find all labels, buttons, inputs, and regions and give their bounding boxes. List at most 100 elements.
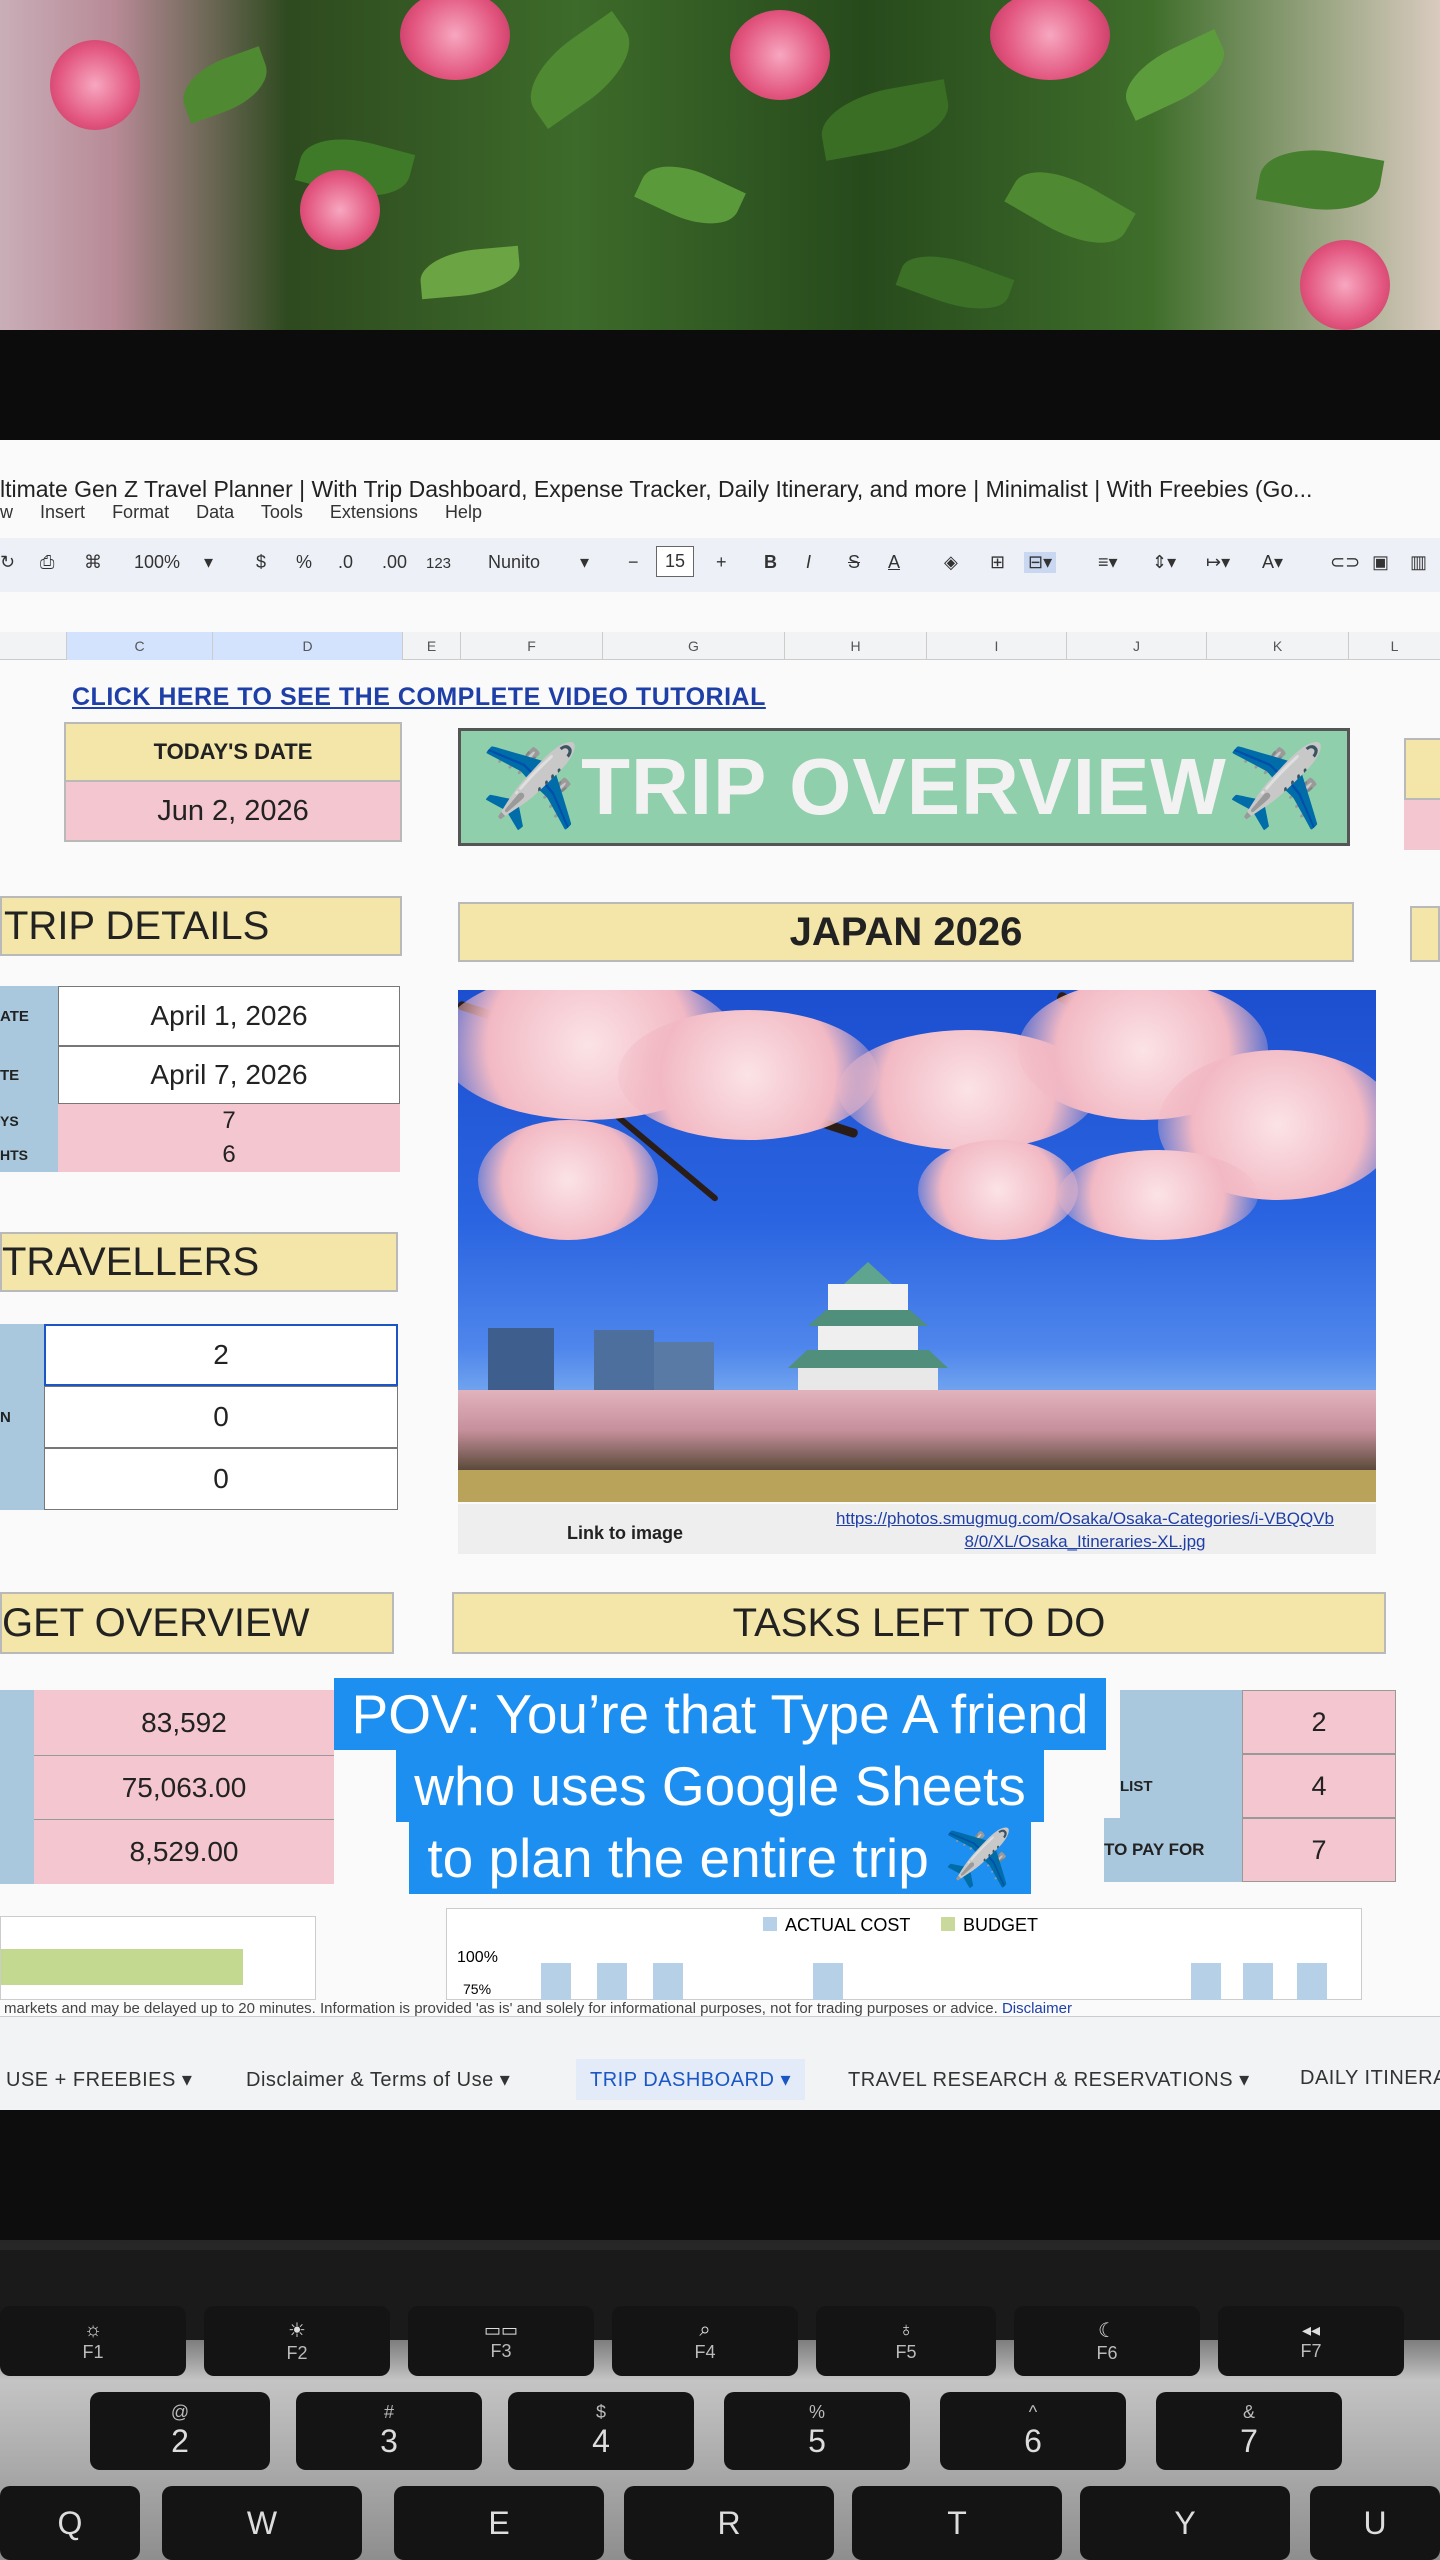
- toolbar: ↻ ⎙ ⌘ 100% ▾ $ % .0 .00 123 Nunito ▾ − 1…: [0, 538, 1440, 592]
- tab-disclaimer[interactable]: Disclaimer & Terms of Use ▾: [246, 2067, 510, 2092]
- adults-value[interactable]: 2: [44, 1324, 398, 1386]
- key-e[interactable]: E: [394, 2486, 604, 2560]
- key-r[interactable]: R: [624, 2486, 834, 2560]
- legend-swatch-budget: [941, 1917, 955, 1931]
- menu-insert[interactable]: Insert: [40, 502, 85, 522]
- key-f5[interactable]: ♁ F5: [816, 2306, 996, 2376]
- chevron-down-icon[interactable]: ▾: [204, 552, 213, 573]
- percent-button[interactable]: %: [296, 552, 312, 573]
- document-title[interactable]: ltimate Gen Z Travel Planner | With Trip…: [0, 476, 1312, 503]
- tab-travel-research[interactable]: TRAVEL RESEARCH & RESERVATIONS ▾: [848, 2067, 1250, 2092]
- key-7[interactable]: & 7: [1156, 2392, 1342, 2470]
- column-header[interactable]: D: [212, 632, 402, 660]
- menu-extensions[interactable]: Extensions: [330, 502, 418, 522]
- tab-use-freebies[interactable]: USE + FREEBIES ▾: [6, 2067, 192, 2092]
- key-y[interactable]: Y: [1080, 2486, 1290, 2560]
- paint-format-icon[interactable]: ⌘: [84, 552, 102, 573]
- menu-data[interactable]: Data: [196, 502, 234, 522]
- right-edge-cell: [1404, 800, 1440, 850]
- key-f7[interactable]: ◂◂ F7: [1218, 2306, 1404, 2376]
- decrease-decimal-button[interactable]: .0: [338, 552, 353, 573]
- start-date-label: ATE: [0, 986, 58, 1046]
- start-date-value[interactable]: April 1, 2026: [58, 986, 400, 1046]
- column-header[interactable]: E: [402, 632, 460, 660]
- print-icon[interactable]: ⎙: [40, 552, 54, 573]
- disclaimer-text: markets and may be delayed up to 20 minu…: [4, 2000, 998, 2017]
- font-size-increase[interactable]: +: [716, 552, 727, 573]
- column-header[interactable]: I: [926, 632, 1066, 660]
- key-6[interactable]: ^ 6: [940, 2392, 1126, 2470]
- increase-decimal-button[interactable]: .00: [382, 552, 407, 573]
- borders-icon[interactable]: ⊞: [990, 552, 1005, 573]
- caption-line: who uses Google Sheets: [396, 1750, 1044, 1822]
- text-color-button[interactable]: A: [888, 552, 900, 573]
- font-select[interactable]: Nunito: [488, 552, 540, 573]
- currency-button[interactable]: $: [256, 552, 266, 573]
- font-size-input[interactable]: 15: [656, 546, 695, 577]
- link-icon[interactable]: ⊂⊃: [1330, 552, 1360, 573]
- key-t[interactable]: T: [852, 2486, 1062, 2560]
- key-2[interactable]: @2: [90, 2392, 270, 2470]
- key-f4[interactable]: ⌕ F4: [612, 2306, 798, 2376]
- menu-view[interactable]: w: [0, 502, 13, 522]
- caption-line: POV: You’re that Type A friend: [333, 1678, 1107, 1750]
- nights-label: HTS: [0, 1138, 58, 1172]
- disclaimer-link[interactable]: Disclaimer: [1002, 2000, 1072, 2017]
- chevron-down-icon[interactable]: ▾: [580, 552, 589, 573]
- tab-daily-itinerary[interactable]: DAILY ITINERA: [1300, 2067, 1440, 2090]
- vertical-align-icon[interactable]: ⇕▾: [1152, 552, 1176, 573]
- menu-help[interactable]: Help: [445, 502, 482, 522]
- strikethrough-button[interactable]: S: [848, 552, 860, 573]
- redo-icon[interactable]: ↻: [0, 552, 15, 573]
- column-header[interactable]: K: [1206, 632, 1348, 660]
- children-value[interactable]: 0: [44, 1386, 398, 1448]
- column-header[interactable]: H: [784, 632, 926, 660]
- key-q[interactable]: Q: [0, 2486, 140, 2560]
- key-f2[interactable]: ☀ F2: [204, 2306, 390, 2376]
- menu-format[interactable]: Format: [112, 502, 169, 522]
- font-size-decrease[interactable]: −: [628, 552, 639, 573]
- key-f3[interactable]: ▭▭ F3: [408, 2306, 594, 2376]
- key-f1[interactable]: ☼ F1: [0, 2306, 186, 2376]
- menu-bar: w Insert Format Data Tools Extensions He…: [0, 502, 504, 532]
- fill-color-icon[interactable]: ◈: [944, 552, 958, 573]
- key-f6[interactable]: ☾ F6: [1014, 2306, 1200, 2376]
- column-header[interactable]: C: [66, 632, 212, 660]
- align-icon[interactable]: ≡▾: [1098, 552, 1118, 573]
- days-value: 7: [58, 1104, 400, 1138]
- infants-value[interactable]: 0: [44, 1448, 398, 1510]
- image-url-link[interactable]: 8/0/XL/Osaka_Itineraries-XL.jpg: [790, 1530, 1380, 1554]
- trip-details-heading: TRIP DETAILS: [0, 896, 402, 956]
- right-edge-cell: [1410, 906, 1440, 962]
- key-3[interactable]: #3: [296, 2392, 482, 2470]
- key-u[interactable]: U: [1310, 2486, 1440, 2560]
- image-url-link[interactable]: https://photos.smugmug.com/Osaka/Osaka-C…: [790, 1506, 1380, 1532]
- video-caption: POV: You’re that Type A friend who uses …: [0, 1678, 1440, 1894]
- column-headers: C D E F G H I J K L: [0, 632, 1440, 660]
- cost-bar: [1243, 1963, 1273, 2003]
- column-header[interactable]: L: [1348, 632, 1440, 660]
- number-format-button[interactable]: 123: [426, 555, 451, 572]
- tasks-heading: TASKS LEFT TO DO: [452, 1592, 1386, 1654]
- infants-label: [0, 1448, 44, 1510]
- video-tutorial-link[interactable]: CLICK HERE TO SEE THE COMPLETE VIDEO TUT…: [72, 683, 766, 712]
- key-4[interactable]: $4: [508, 2392, 694, 2470]
- bold-button[interactable]: B: [764, 552, 777, 573]
- laptop-keyboard: ☼ F1 ☀ F2 ▭▭ F3 ⌕ F4 ♁ F5 ☾ F6 ◂◂ F7 @2 #3 $4 %…: [0, 2110, 1440, 2560]
- text-wrap-icon[interactable]: ↦▾: [1206, 552, 1230, 573]
- key-5[interactable]: % 5: [724, 2392, 910, 2470]
- merge-cells-icon[interactable]: ⊟▾: [1024, 552, 1057, 573]
- text-rotation-icon[interactable]: A▾: [1262, 552, 1283, 573]
- comment-icon[interactable]: ▣: [1372, 552, 1389, 573]
- column-header[interactable]: G: [602, 632, 784, 660]
- destination-heading: JAPAN 2026: [458, 902, 1354, 962]
- column-header[interactable]: F: [460, 632, 602, 660]
- zoom-select[interactable]: 100%: [134, 552, 180, 573]
- tab-trip-dashboard[interactable]: TRIP DASHBOARD ▾: [576, 2059, 806, 2100]
- key-w[interactable]: W: [162, 2486, 362, 2560]
- menu-tools[interactable]: Tools: [261, 502, 303, 522]
- chart-icon[interactable]: ▥: [1410, 552, 1427, 573]
- column-header[interactable]: J: [1066, 632, 1206, 660]
- end-date-value[interactable]: April 7, 2026: [58, 1046, 400, 1104]
- italic-button[interactable]: I: [806, 552, 811, 573]
